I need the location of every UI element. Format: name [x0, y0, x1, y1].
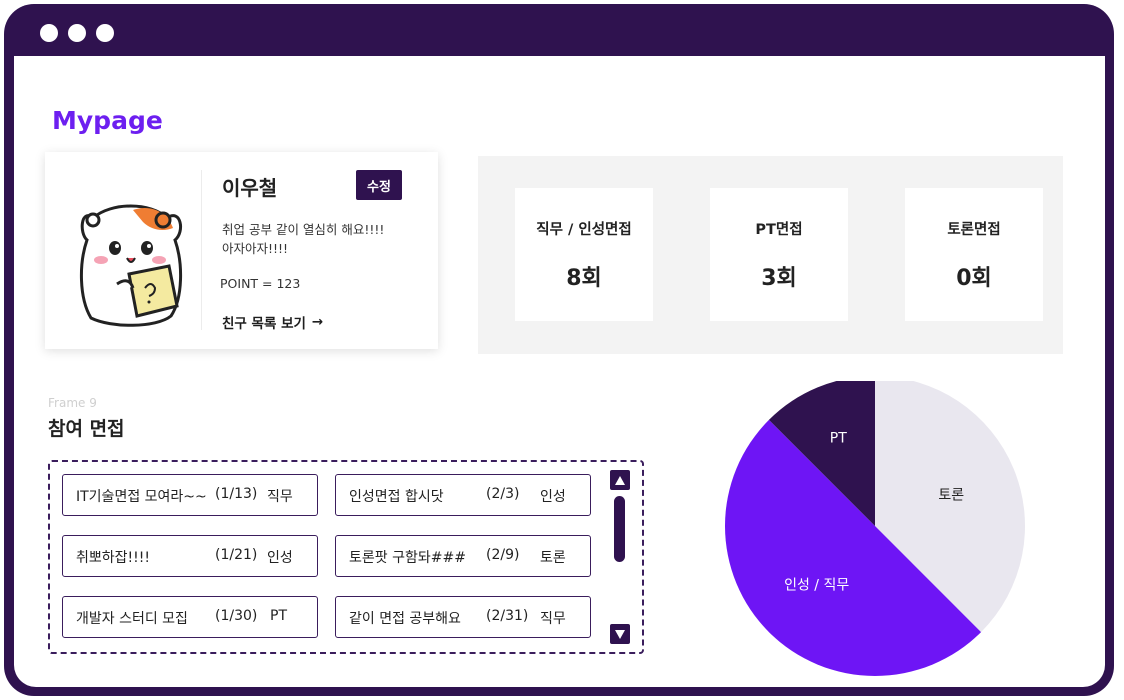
room-type: 인성 [540, 489, 566, 505]
room-item[interactable]: 토론팟 구함돠### (2/9) 토론 [335, 535, 591, 577]
browser-window: Mypage 이우철 수정 취업 공부 같이 열심히 해요!!!! 아자아자!!… [4, 4, 1114, 696]
room-type: 토론 [540, 550, 566, 566]
profile-point: POINT = 123 [220, 276, 301, 291]
stat-value: 3회 [761, 266, 797, 291]
room-count: (2/31) [486, 608, 529, 624]
profile-divider [201, 170, 202, 330]
profile-card: 이우철 수정 취업 공부 같이 열심히 해요!!!! 아자아자!!!! POIN… [45, 152, 438, 349]
pie-slice-label: 인성 / 직무 [784, 577, 849, 593]
room-item[interactable]: IT기술면접 모여라~~ (1/13) 직무 [62, 474, 318, 516]
profile-bio-line: 취업 공부 같이 열심히 해요!!!! [222, 222, 385, 237]
room-count: (1/21) [215, 547, 258, 563]
pie-chart-svg: 토론인성 / 직무 PT [725, 376, 1025, 676]
room-title: 개발자 스터디 모집 [76, 611, 188, 627]
window-dot-icon[interactable] [96, 24, 114, 42]
room-title: 토론팟 구함돠### [349, 550, 466, 566]
room-list-scrollbar[interactable] [609, 470, 631, 644]
stat-label: PT면접 [755, 222, 803, 238]
room-title: IT기술면접 모여라~~ [76, 489, 207, 505]
room-item[interactable]: 같이 면접 공부해요 (2/31) 직무 [335, 596, 591, 638]
section-title: 참여 면접 [48, 418, 125, 440]
room-type: 인성 [267, 550, 293, 566]
interview-room-list: IT기술면접 모여라~~ (1/13) 직무 인성면접 합시닷 (2/3) 인성… [48, 460, 644, 654]
page-title: Mypage [52, 106, 163, 135]
room-count: (1/13) [215, 486, 258, 502]
page-content: Mypage 이우철 수정 취업 공부 같이 열심히 해요!!!! 아자아자!!… [14, 56, 1105, 687]
room-item[interactable]: 개발자 스터디 모집 (1/30) PT [62, 596, 318, 638]
window-dot-icon[interactable] [40, 24, 58, 42]
room-count: (1/30) [215, 608, 258, 624]
room-title: 취뽀하잡!!!! [76, 550, 150, 566]
room-title: 인성면접 합시닷 [349, 489, 444, 505]
profile-name: 이우철 [222, 176, 278, 200]
profile-bio: 취업 공부 같이 열심히 해요!!!! 아자아자!!!! [222, 220, 422, 258]
hamster-avatar-icon [79, 204, 183, 327]
stat-label: 토론면접 [947, 222, 1001, 238]
stat-card-job-personality: 직무 / 인성면접 8회 [515, 188, 653, 321]
room-type: 직무 [267, 489, 293, 505]
pie-slice-label: PT [830, 430, 847, 446]
pie-slice-label: 토론 [938, 487, 964, 503]
friends-list-link[interactable]: 친구 목록 보기 → [222, 312, 323, 332]
stat-card-pt: PT면접 3회 [710, 188, 848, 321]
stat-value: 8회 [566, 266, 602, 291]
edit-profile-button[interactable]: 수정 [356, 170, 402, 200]
interview-type-pie-chart: 토론인성 / 직무 PT [714, 376, 1034, 681]
scroll-up-button[interactable] [610, 470, 630, 490]
triangle-down-icon [615, 629, 625, 639]
window-controls [40, 24, 114, 42]
room-type: 직무 [540, 611, 566, 627]
window-dot-icon[interactable] [68, 24, 86, 42]
room-title: 같이 면접 공부해요 [349, 611, 461, 627]
room-count: (2/9) [486, 547, 520, 563]
arrow-right-icon: → [311, 314, 324, 330]
scroll-down-button[interactable] [610, 624, 630, 644]
room-item[interactable]: 인성면접 합시닷 (2/3) 인성 [335, 474, 591, 516]
triangle-up-icon [615, 475, 625, 485]
stat-card-debate: 토론면접 0회 [905, 188, 1043, 321]
friends-link-label: 친구 목록 보기 [222, 316, 306, 332]
stat-value: 0회 [956, 266, 992, 291]
interview-stats-panel: 직무 / 인성면접 8회 PT면접 3회 토론면접 0회 [478, 156, 1063, 354]
room-type: PT [270, 608, 287, 624]
scroll-thumb[interactable] [614, 496, 625, 562]
stat-label: 직무 / 인성면접 [536, 222, 632, 238]
profile-bio-line: 아자아자!!!! [222, 241, 289, 256]
room-item[interactable]: 취뽀하잡!!!! (1/21) 인성 [62, 535, 318, 577]
frame-label: Frame 9 [48, 396, 97, 410]
room-count: (2/3) [486, 486, 520, 502]
